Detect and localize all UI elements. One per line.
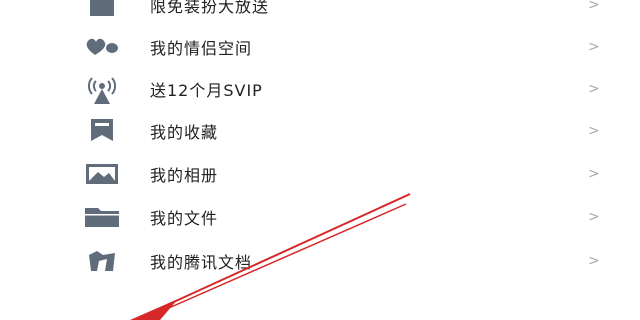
- chevron-right-icon: >: [588, 39, 600, 55]
- menu-item-files[interactable]: 我的文件 >: [0, 196, 640, 238]
- broadcast-tower-icon: [82, 73, 122, 105]
- menu-item-free-dressup[interactable]: 限免装扮大放送 >: [0, 0, 640, 26]
- menu-item-label: 我的文件: [150, 209, 219, 228]
- folder-icon: [82, 201, 122, 233]
- menu-item-label: 我的收藏: [150, 123, 219, 142]
- chevron-right-icon: >: [588, 81, 600, 97]
- menu-item-label: 限免装扮大放送: [150, 0, 270, 16]
- shirt-icon: [82, 0, 122, 21]
- chevron-right-icon: >: [588, 253, 600, 269]
- menu-item-label: 我的情侣空间: [150, 39, 253, 58]
- chevron-right-icon: >: [588, 123, 600, 139]
- menu-item-couple-space[interactable]: 我的情侣空间 >: [0, 26, 640, 68]
- bookmark-icon: [82, 115, 122, 147]
- tencent-docs-icon: [82, 245, 122, 277]
- photo-album-icon: [82, 158, 122, 190]
- menu-item-albums[interactable]: 我的相册 >: [0, 153, 640, 195]
- menu-item-label: 送12个月SVIP: [150, 81, 263, 100]
- menu-item-label: 我的相册: [150, 166, 219, 185]
- chevron-right-icon: >: [588, 166, 600, 182]
- couple-heart-icon: [82, 31, 122, 63]
- menu-item-favorites[interactable]: 我的收藏 >: [0, 110, 640, 152]
- menu-item-svip-gift[interactable]: 送12个月SVIP >: [0, 68, 640, 110]
- menu-item-tencent-docs[interactable]: 我的腾讯文档 >: [0, 240, 640, 282]
- settings-menu-list: 限免装扮大放送 > 我的情侣空间 > 送12个月SVIP > 我的收藏 > 我的…: [0, 0, 640, 320]
- chevron-right-icon: >: [588, 209, 600, 225]
- chevron-right-icon: >: [588, 0, 600, 13]
- menu-item-label: 我的腾讯文档: [150, 253, 253, 272]
